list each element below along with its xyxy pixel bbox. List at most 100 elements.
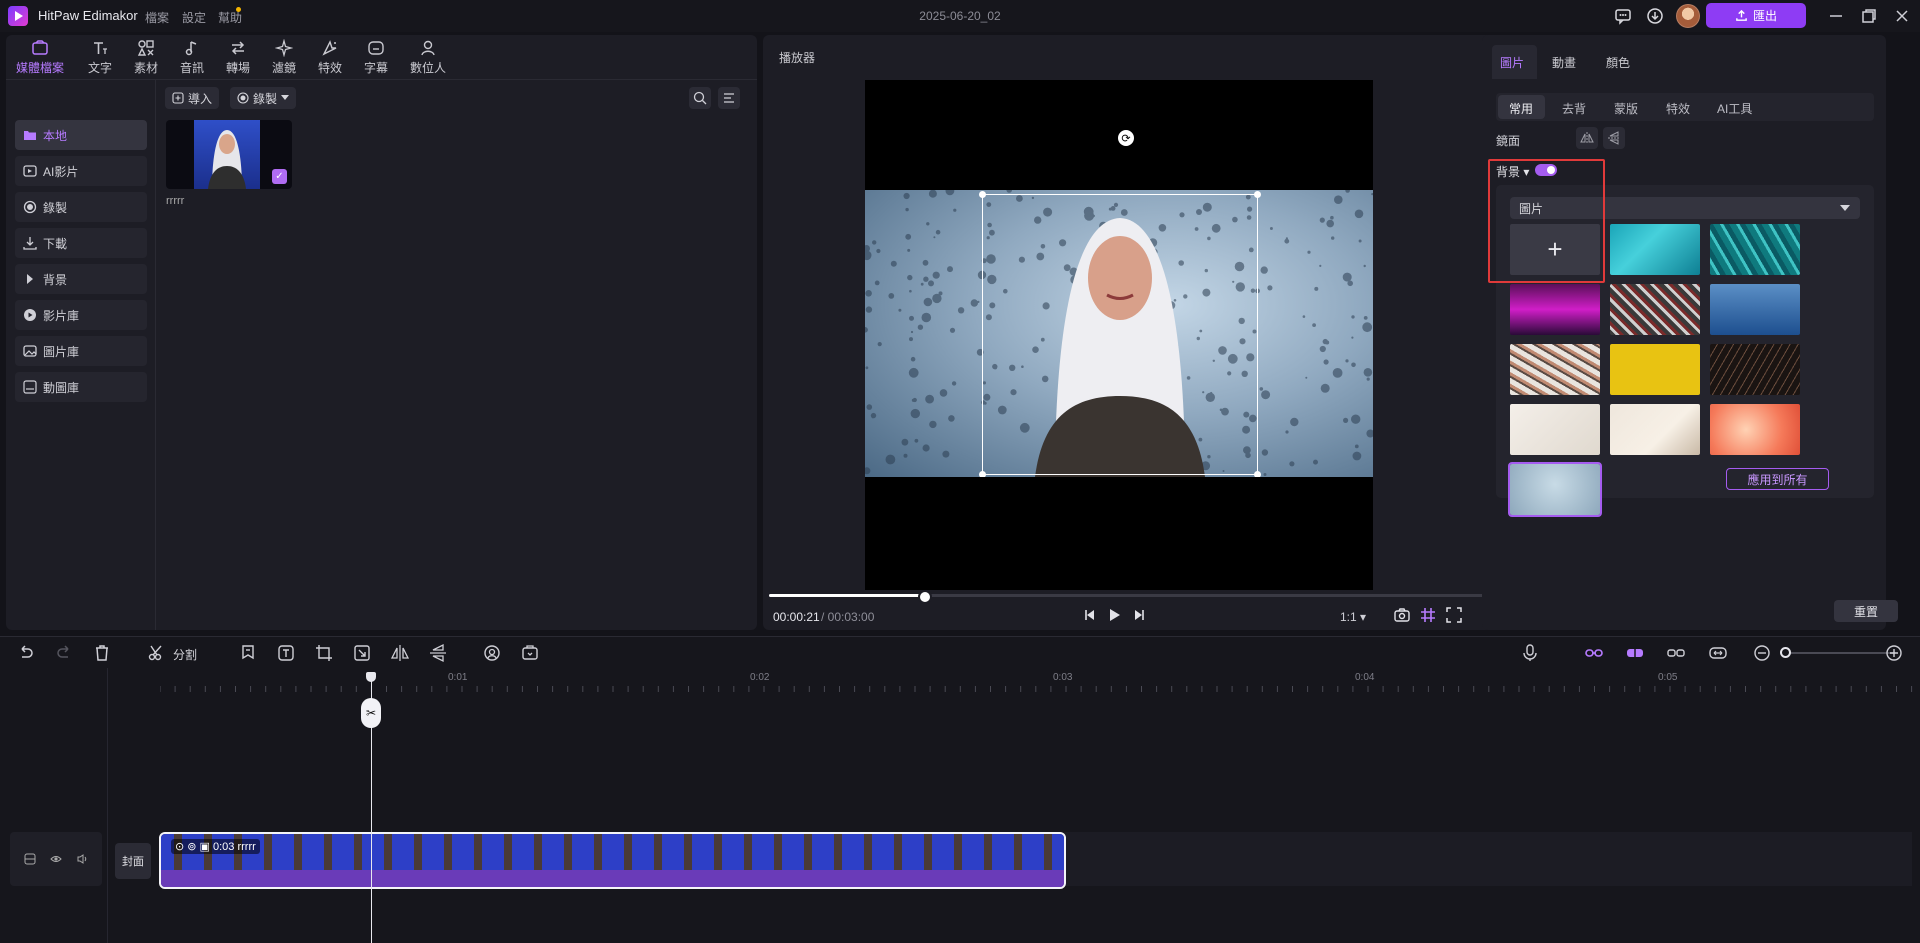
minimize-icon[interactable] xyxy=(1826,6,1846,26)
grid-icon[interactable] xyxy=(1419,606,1437,624)
track-icon[interactable] xyxy=(24,853,36,865)
time-ruler[interactable]: 0:01 0:02 0:03 0:04 0:05 xyxy=(160,668,1920,692)
tab-media[interactable]: 媒體檔案 xyxy=(12,39,68,77)
subtab-remove-bg[interactable]: 去背 xyxy=(1562,100,1586,117)
media-thumbnail[interactable]: ✓ xyxy=(166,120,292,189)
sidebar-item-ai-video[interactable]: AI影片 xyxy=(15,156,147,186)
sort-button[interactable] xyxy=(718,87,740,109)
bg-swatch-selected[interactable] xyxy=(1508,462,1602,517)
split-button[interactable]: 分割 xyxy=(173,646,197,663)
fullscreen-icon[interactable] xyxy=(1445,606,1463,624)
close-icon[interactable] xyxy=(1892,6,1912,26)
sidebar-item-video-library[interactable]: 影片庫 xyxy=(15,300,147,330)
apply-to-all-button[interactable]: 應用到所有 xyxy=(1726,468,1829,490)
subtab-mask[interactable]: 蒙版 xyxy=(1614,100,1638,117)
bg-swatch[interactable] xyxy=(1610,344,1700,395)
selection-box[interactable] xyxy=(979,191,1261,477)
fit-timeline-icon[interactable] xyxy=(1708,643,1728,663)
bg-swatch[interactable] xyxy=(1610,404,1700,455)
marker-icon[interactable] xyxy=(238,643,258,663)
subtab-ai-tools[interactable]: AI工具 xyxy=(1717,100,1752,117)
tab-color[interactable]: 顏色 xyxy=(1606,54,1630,71)
background-label[interactable]: 背景 ▾ xyxy=(1496,163,1529,180)
maximize-icon[interactable] xyxy=(1859,6,1879,26)
preview-canvas[interactable]: ⟳ xyxy=(865,80,1373,590)
sidebar-item-download[interactable]: 下載 xyxy=(15,228,147,258)
menu-settings[interactable]: 設定 xyxy=(182,9,206,26)
bg-swatch[interactable] xyxy=(1510,284,1600,335)
bg-swatch[interactable] xyxy=(1710,344,1800,395)
subtab-effects[interactable]: 特效 xyxy=(1666,100,1690,117)
checkbox-checked-icon[interactable]: ✓ xyxy=(272,169,287,184)
bg-swatch[interactable] xyxy=(1710,284,1800,335)
tab-digital-human[interactable]: 數位人 xyxy=(406,39,450,77)
tab-effects[interactable]: 特效 xyxy=(308,39,352,77)
user-avatar[interactable] xyxy=(1676,4,1700,28)
microphone-icon[interactable] xyxy=(1520,643,1540,663)
tab-filter[interactable]: 濾鏡 xyxy=(262,39,306,77)
flip-vertical-button[interactable] xyxy=(1603,127,1625,149)
download-icon[interactable] xyxy=(1645,6,1665,26)
progress-knob[interactable] xyxy=(917,590,932,604)
link-icon[interactable] xyxy=(1584,643,1604,663)
crop-icon[interactable] xyxy=(314,643,334,663)
speaker-icon[interactable] xyxy=(76,853,88,865)
playhead-scissors-icon[interactable]: ✂ xyxy=(361,698,381,728)
tab-elements[interactable]: 素材 xyxy=(124,39,168,77)
sidebar-item-image-library[interactable]: 圖片庫 xyxy=(15,336,147,366)
resize-handle[interactable] xyxy=(1254,191,1261,198)
tab-animation[interactable]: 動畫 xyxy=(1552,54,1576,71)
background-type-select[interactable]: 圖片 xyxy=(1510,197,1860,219)
cover-button[interactable]: 封面 xyxy=(115,843,151,879)
background-toggle[interactable] xyxy=(1535,164,1557,176)
bg-swatch[interactable] xyxy=(1610,284,1700,335)
undo-icon[interactable] xyxy=(16,643,36,663)
zoom-in-icon[interactable] xyxy=(1884,643,1904,663)
tab-transition[interactable]: 轉場 xyxy=(216,39,260,77)
aspect-ratio-select[interactable]: 1:1 ▾ xyxy=(1340,610,1366,624)
bg-swatch[interactable] xyxy=(1510,404,1600,455)
flip-vertical-icon[interactable] xyxy=(428,643,448,663)
bg-swatch[interactable] xyxy=(1710,404,1800,455)
import-button[interactable]: 導入 xyxy=(165,87,220,109)
bg-swatch[interactable] xyxy=(1510,344,1600,395)
next-frame-icon[interactable] xyxy=(1130,606,1148,624)
tab-text[interactable]: 文字 xyxy=(78,39,122,77)
progress-bar[interactable] xyxy=(769,590,1505,604)
split-track-icon[interactable] xyxy=(1666,643,1686,663)
snapshot-icon[interactable] xyxy=(1393,606,1411,624)
flip-horizontal-button[interactable] xyxy=(1576,127,1598,149)
add-background-button[interactable]: + xyxy=(1510,224,1600,275)
bg-swatch[interactable] xyxy=(1610,224,1700,275)
search-button[interactable] xyxy=(689,87,711,109)
resize-handle[interactable] xyxy=(979,471,986,477)
magnet-snap-icon[interactable] xyxy=(1625,643,1645,663)
play-icon[interactable] xyxy=(1105,606,1123,624)
resize-handle[interactable] xyxy=(1254,471,1261,477)
feedback-icon[interactable] xyxy=(1613,6,1633,26)
menu-file[interactable]: 檔案 xyxy=(145,9,169,26)
tab-subtitle[interactable]: 字幕 xyxy=(354,39,398,77)
zoom-slider-knob[interactable] xyxy=(1780,647,1791,658)
face-detect-icon[interactable] xyxy=(482,643,502,663)
tab-audio[interactable]: 音訊 xyxy=(170,39,214,77)
add-text-icon[interactable] xyxy=(276,643,296,663)
resize-icon[interactable] xyxy=(352,643,372,663)
sidebar-item-local[interactable]: 本地 xyxy=(15,120,147,150)
rotate-icon[interactable]: ⟳ xyxy=(1118,130,1134,146)
reset-button[interactable]: 重置 xyxy=(1834,600,1898,622)
bg-swatch[interactable] xyxy=(1710,224,1800,275)
previous-frame-icon[interactable] xyxy=(1081,606,1099,624)
export-button[interactable]: 匯出 xyxy=(1706,3,1806,28)
scissors-icon[interactable] xyxy=(147,643,167,663)
freeze-frame-icon[interactable] xyxy=(520,643,540,663)
eye-icon[interactable] xyxy=(50,853,62,865)
record-dropdown[interactable]: 錄製 xyxy=(230,87,297,109)
zoom-slider-track[interactable] xyxy=(1787,652,1895,654)
resize-handle[interactable] xyxy=(979,191,986,198)
zoom-out-icon[interactable] xyxy=(1752,643,1772,663)
flip-horizontal-icon[interactable] xyxy=(390,643,410,663)
sidebar-item-background[interactable]: 背景 xyxy=(15,264,147,294)
delete-icon[interactable] xyxy=(92,643,112,663)
video-clip[interactable]: ⊙ ⊚ ▣ 0:03 rrrrr xyxy=(159,832,1066,889)
